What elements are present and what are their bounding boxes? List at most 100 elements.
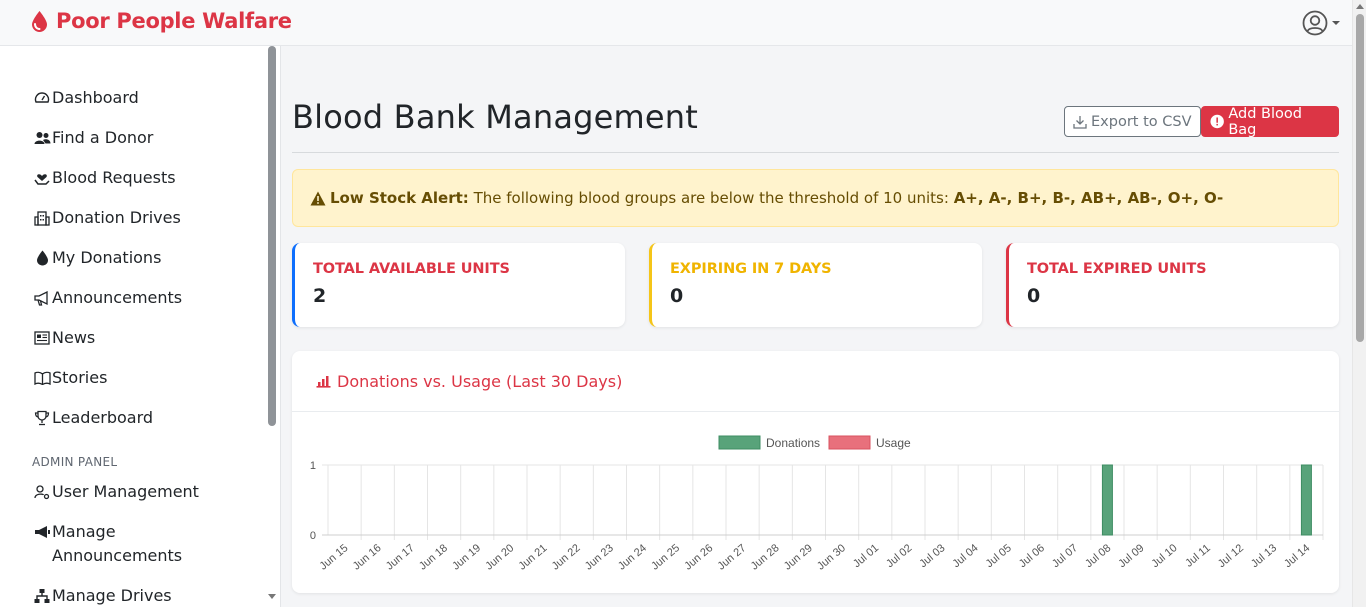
stat-value: 0 <box>670 285 684 307</box>
user-gear-icon <box>32 480 52 504</box>
low-stock-alert: Low Stock Alert: The following blood gro… <box>292 169 1339 227</box>
sidebar-item-label: My Donations <box>52 248 162 267</box>
x-tick-label: Jun 15 <box>317 542 350 572</box>
sidebar-item-announcements[interactable]: Announcements <box>0 286 280 326</box>
brand-name: Poor People Walfare <box>56 9 292 33</box>
x-tick-label: Jul 12 <box>1216 542 1246 570</box>
sidebar-item-manage-drives[interactable]: Manage Drives <box>0 584 280 607</box>
sidebar-item-label: Dashboard <box>52 88 139 107</box>
admin-nav: User Management Manage Announcements Man… <box>0 480 280 607</box>
alert-title: Low Stock Alert: <box>330 189 469 207</box>
sidebar-item-label: Blood Requests <box>52 168 176 187</box>
x-tick-label: Jul 06 <box>1017 542 1047 570</box>
sidebar-item-label: Manage Announcements <box>52 522 183 565</box>
warning-triangle-icon <box>310 191 326 205</box>
x-tick-label: Jul 04 <box>950 542 980 570</box>
donations-usage-chart: Donations Usage 0 1 Jun 15 Jun 16 Jun 17 Jun 18… <box>310 435 1324 573</box>
newspaper-icon <box>32 326 52 350</box>
x-tick-label: Jun 18 <box>417 542 450 572</box>
sidebar-item-label: Find a Donor <box>52 128 154 147</box>
trophy-icon <box>32 406 52 430</box>
x-tick-label: Jun 30 <box>815 542 848 572</box>
sidebar-item-stories[interactable]: Stories <box>0 366 280 406</box>
x-tick-label: Jun 21 <box>516 542 549 572</box>
stat-value: 2 <box>313 285 327 307</box>
stat-card-total-expired: TOTAL EXPIRED UNITS 0 <box>1006 243 1339 327</box>
sidebar-item-news[interactable]: News <box>0 326 280 366</box>
y-tick-label: 1 <box>310 460 316 472</box>
legend-label: Donations <box>766 436 820 450</box>
add-blood-bag-button[interactable]: Add Blood Bag <box>1201 105 1339 138</box>
page-scrollbar[interactable] <box>1352 0 1366 607</box>
x-tick-label: Jul 05 <box>984 542 1014 570</box>
add-blood-bag-label: Add Blood Bag <box>1228 105 1302 138</box>
sidebar-item-label: News <box>52 328 96 347</box>
bar-donations <box>1101 464 1113 536</box>
x-tick-label: Jun 26 <box>682 542 715 572</box>
x-tick-label: Jul 01 <box>851 542 881 570</box>
stat-label: EXPIRING IN 7 DAYS <box>670 261 832 277</box>
x-tick-label: Jun 19 <box>450 542 483 572</box>
sidebar-item-my-donations[interactable]: My Donations <box>0 246 280 286</box>
legend-swatch <box>718 435 761 450</box>
stat-card-expiring: EXPIRING IN 7 DAYS 0 <box>649 243 982 327</box>
bullhorn-icon <box>32 520 52 544</box>
sidebar-scrollbar[interactable] <box>268 46 276 426</box>
page-scrollbar-thumb[interactable] <box>1356 14 1364 342</box>
sidebar-item-dashboard[interactable]: Dashboard <box>0 86 280 126</box>
sidebar-item-label: Announcements <box>52 288 183 307</box>
book-open-icon <box>32 366 52 390</box>
alert-blood-groups: A+, A-, B+, B-, AB+, AB-, O+, O- <box>953 189 1224 207</box>
sidebar: Dashboard Find a Donor Blood Requests Do… <box>0 46 281 607</box>
sidebar-item-find-donor[interactable]: Find a Donor <box>0 126 280 166</box>
top-navbar: Poor People Walfare <box>0 0 1352 46</box>
x-tick-label: Jul 10 <box>1149 542 1179 570</box>
gauge-icon <box>32 86 52 110</box>
x-tick-label: Jun 29 <box>782 542 815 572</box>
x-tick-label: Jun 20 <box>483 542 516 572</box>
x-tick-label: Jun 25 <box>649 542 682 572</box>
user-menu[interactable] <box>1302 10 1340 36</box>
x-tick-label: Jul 03 <box>917 542 947 570</box>
stat-value: 0 <box>1027 285 1041 307</box>
x-tick-label: Jun 24 <box>616 542 649 572</box>
chart-title: Donations vs. Usage (Last 30 Days) <box>337 371 623 391</box>
chevron-down-icon <box>1332 21 1340 25</box>
sidebar-item-leaderboard[interactable]: Leaderboard <box>0 406 280 446</box>
sidebar-item-manage-announcements[interactable]: Manage Announcements <box>0 520 280 584</box>
sidebar-item-label: Leaderboard <box>52 408 154 427</box>
x-tick-label: Jun 23 <box>583 542 616 572</box>
x-tick-label: Jul 02 <box>884 542 914 570</box>
y-tick-label: 0 <box>310 530 316 542</box>
legend-swatch <box>828 435 871 450</box>
x-tick-label: Jun 17 <box>384 542 417 572</box>
x-tick-label: Jul 07 <box>1050 542 1080 570</box>
x-tick-label: Jun 16 <box>351 542 384 572</box>
sidebar-item-label: Donation Drives <box>52 208 181 227</box>
export-csv-label: Export to CSV <box>1091 113 1192 130</box>
sidebar-item-user-management[interactable]: User Management <box>0 480 280 520</box>
building-icon <box>32 206 52 230</box>
chart-card-header: Donations vs. Usage (Last 30 Days) <box>292 351 1339 412</box>
sidebar-item-blood-requests[interactable]: Blood Requests <box>0 166 280 206</box>
sidebar-item-label: Manage Drives <box>52 586 172 605</box>
x-tick-label: Jul 13 <box>1249 542 1279 570</box>
x-tick-label: Jul 08 <box>1083 542 1113 570</box>
x-tick-label: Jun 27 <box>715 542 748 572</box>
droplet-icon <box>32 246 52 270</box>
x-tick-label: Jul 14 <box>1282 542 1312 570</box>
sidebar-item-label: User Management <box>52 482 199 501</box>
alert-message: The following blood groups are below the… <box>473 189 949 207</box>
sitemap-icon <box>32 584 52 607</box>
scroll-up-arrow-icon[interactable] <box>1356 4 1364 9</box>
chart-card: Donations vs. Usage (Last 30 Days) Donat… <box>292 351 1339 593</box>
users-icon <box>32 126 52 150</box>
brand[interactable]: Poor People Walfare <box>30 9 292 33</box>
sidebar-item-label: Stories <box>52 368 108 387</box>
x-tick-label: Jun 28 <box>749 542 782 572</box>
scroll-down-arrow-icon[interactable] <box>268 594 276 599</box>
sidebar-nav: Dashboard Find a Donor Blood Requests Do… <box>0 46 280 446</box>
sidebar-item-donation-drives[interactable]: Donation Drives <box>0 206 280 246</box>
x-tick-label: Jul 11 <box>1183 542 1213 570</box>
export-csv-button[interactable]: Export to CSV <box>1064 106 1201 137</box>
